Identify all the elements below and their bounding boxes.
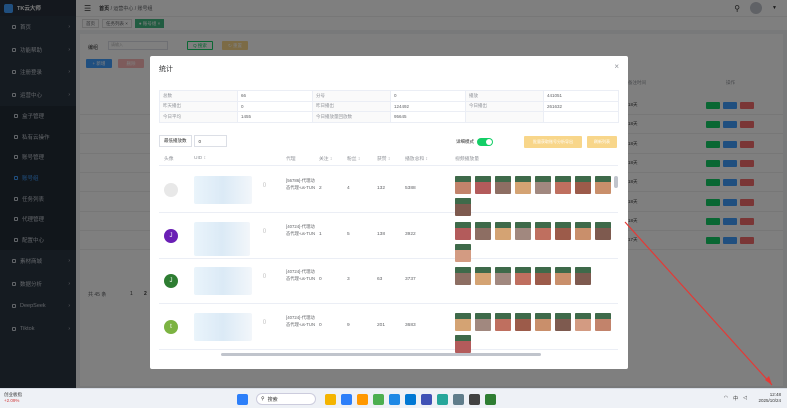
stock-widget[interactable]: 创业板指 +2.09%: [4, 392, 22, 404]
taskbar-app-icon[interactable]: [325, 394, 336, 405]
clock[interactable]: 12:48 2025/10/24: [758, 392, 781, 404]
taskbar-app-icon[interactable]: [357, 394, 368, 405]
volume-icon[interactable]: ◁: [743, 395, 747, 402]
taskbar-app-icon[interactable]: [421, 394, 432, 405]
clock-date: 2025/10/24: [758, 398, 781, 403]
taskbar-search-label: 搜索: [267, 396, 278, 403]
search-icon: ⚲: [261, 396, 265, 402]
ime-indicator[interactable]: 中: [733, 395, 738, 402]
start-icon[interactable]: [237, 394, 248, 405]
taskbar-app-icon[interactable]: [405, 394, 416, 405]
wifi-icon[interactable]: ◠: [724, 395, 728, 402]
taskbar: 创业板指 +2.09% ⚲ 搜索 ◠ 中 ◁ 12:48 2025/10/24: [0, 388, 787, 408]
app-window: TK云大师 首页›功能帮助›注册登录›运营中心›盒子管理私有云操作账号管理账号组…: [0, 0, 787, 388]
taskbar-app-icon[interactable]: [453, 394, 464, 405]
taskbar-app-icon[interactable]: [373, 394, 384, 405]
system-tray: ◠ 中 ◁: [724, 395, 747, 402]
red-arrow-annotation: [624, 221, 773, 386]
taskbar-app-icon[interactable]: [485, 394, 496, 405]
taskbar-search[interactable]: ⚲ 搜索: [256, 393, 316, 405]
taskbar-app-icon[interactable]: [389, 394, 400, 405]
taskbar-apps: [237, 394, 248, 405]
taskbar-app-icon[interactable]: [341, 394, 352, 405]
stock-change: +2.09%: [4, 398, 20, 403]
taskbar-app-icon[interactable]: [469, 394, 480, 405]
taskbar-app-icon[interactable]: [437, 394, 448, 405]
